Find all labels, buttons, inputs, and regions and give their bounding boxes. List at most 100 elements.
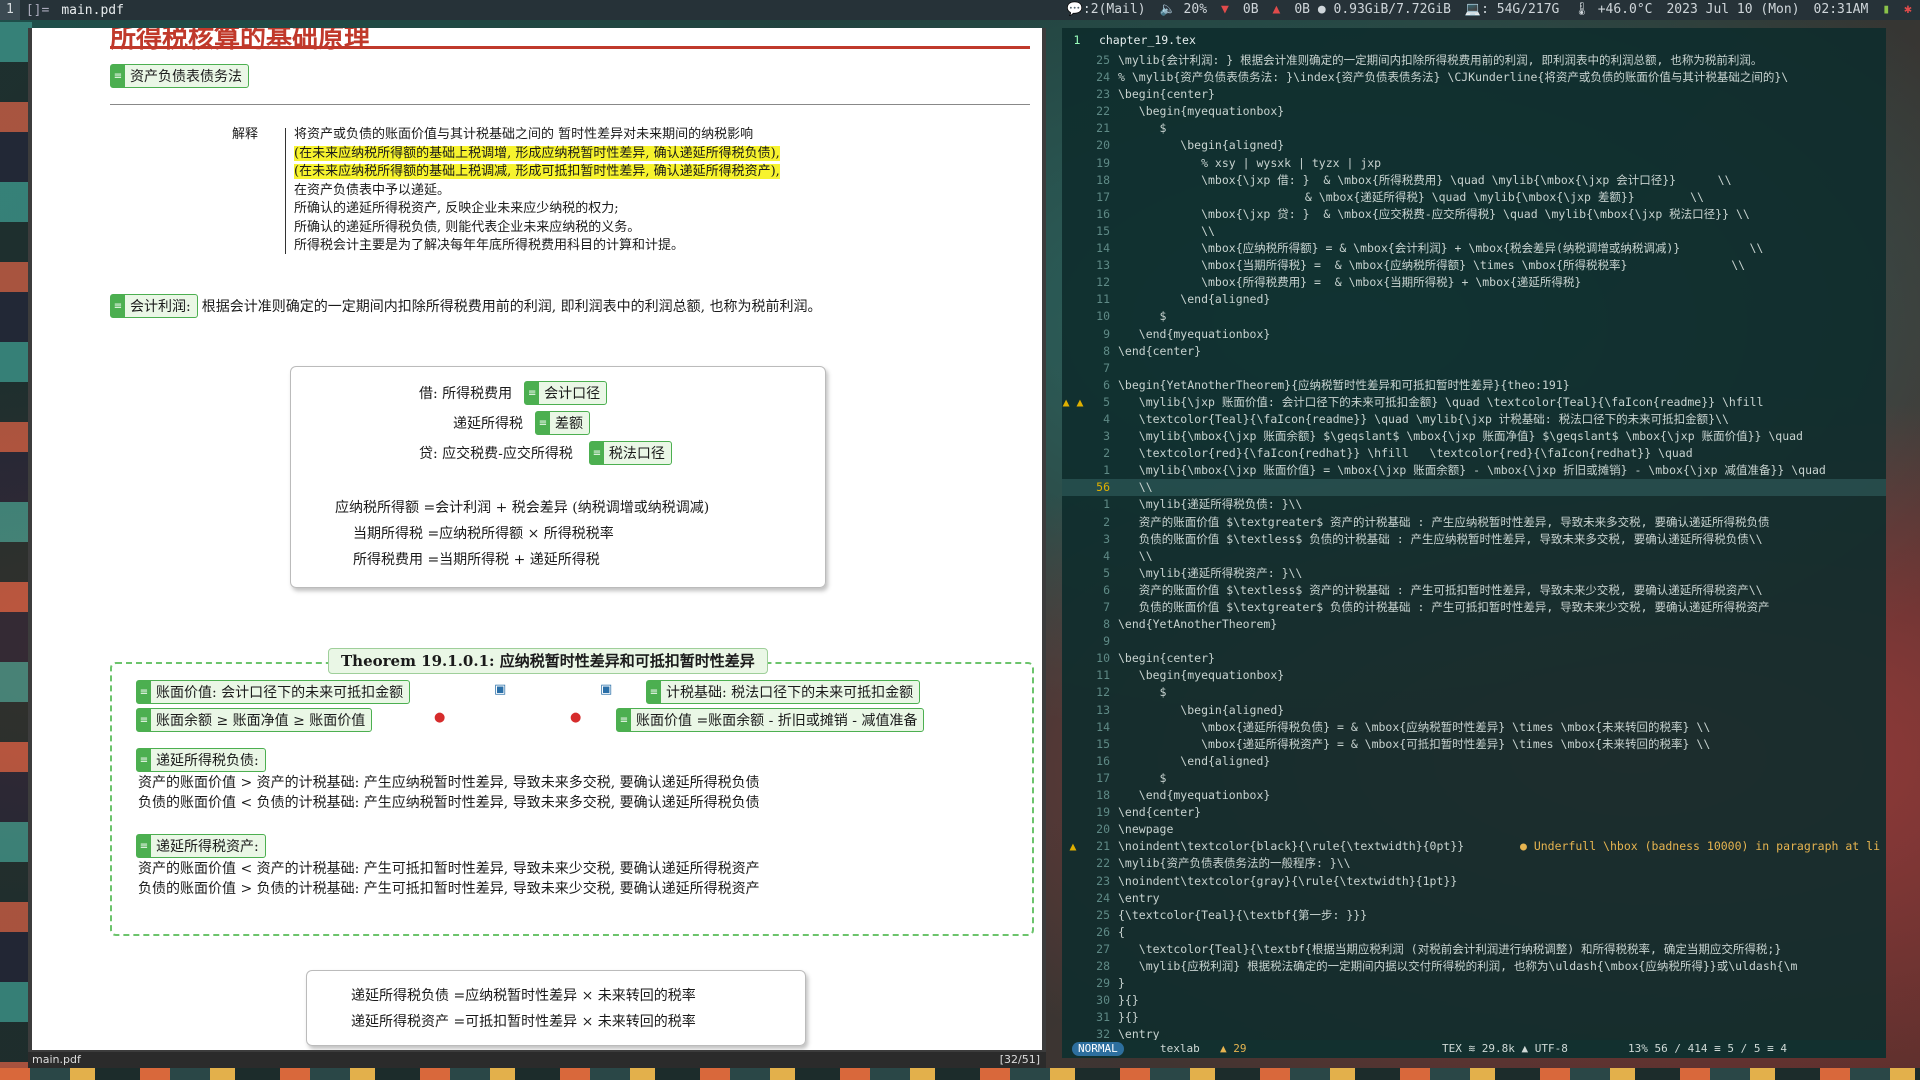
code-text: \end{aligned}	[1118, 292, 1271, 307]
code-line[interactable]: 16 \end{aligned}	[1062, 753, 1886, 770]
code-line[interactable]: 29}	[1062, 975, 1886, 992]
disk-widget: 💻: 54G/217G	[1464, 2, 1560, 17]
editor-statusline: NORMAL texlab ▲ 29 TEX ≋ 29.8k ▲ UTF-8 1…	[1062, 1040, 1886, 1058]
dta-tag: ≡ 递延所得税资产:	[136, 834, 266, 858]
code-line[interactable]: 1 \mylib{\mbox{\jxp 账面价值} = \mbox{\jxp 账…	[1062, 462, 1886, 479]
line-number: 31	[1096, 1010, 1110, 1025]
equation-line: 应纳税所得额 =会计利润 + 税会差异 (纳税调增或纳税调减)	[335, 500, 710, 516]
code-text: % \mylib{资产负债表债务法: }\index{资产负债表债务法} \CJ…	[1118, 70, 1789, 85]
code-line[interactable]: 24 \entry	[1062, 890, 1886, 907]
deferred-tax-equation-box: 递延所得税负债 =应纳税暂时性差异 × 未来转回的税率 递延所得税资产 =可抵扣…	[306, 970, 806, 1046]
code-line[interactable]: 31}{}	[1062, 1009, 1886, 1026]
code-line[interactable]: 18 \mbox{\jxp 借: } & \mbox{所得税费用} \quad …	[1062, 172, 1886, 189]
code-line[interactable]: 10 $	[1062, 308, 1886, 325]
code-line[interactable]: 4 \\	[1062, 548, 1886, 565]
code-text: \noindent\textcolor{gray}{\rule{\textwid…	[1118, 873, 1458, 888]
code-line[interactable]: 15 \mbox{递延所得税资产} = & \mbox{可抵扣暂时性差异} \t…	[1062, 736, 1886, 753]
code-line[interactable]: 7 负债的账面价值 $\textgreater$ 负债的计税基础 : 产生可抵扣…	[1062, 599, 1886, 616]
workspace-indicator[interactable]: 1	[0, 0, 20, 20]
line-number: 10	[1096, 309, 1110, 324]
code-line[interactable]: 19 % xsy | wysxk | tyzx | jxp	[1062, 155, 1886, 172]
neovim-editor[interactable]: 1 chapter_19.tex 25 \mylib{会计利润: } 根据会计准则…	[1062, 28, 1886, 1058]
code-line[interactable]: 8 \end{YetAnotherTheorem}	[1062, 616, 1886, 633]
code-line[interactable]: ▲ 21 \noindent\textcolor{black}{\rule{\tex…	[1062, 838, 1886, 855]
code-line[interactable]: 13 \begin{aligned}	[1062, 702, 1886, 719]
code-line[interactable]: 12 \mbox{所得税费用} = & \mbox{当期所得税} + \mbox…	[1062, 274, 1886, 291]
theorem-tag: ≡ 账面价值 =账面余额 - 折旧或摊销 - 减值准备	[616, 708, 925, 732]
explanation-line: 所得税会计主要是为了解决每年年底所得税费用科目的计算和计提。	[294, 238, 685, 253]
code-line[interactable]: 3 负债的账面价值 $\textless$ 负债的计税基础 : 产生应纳税暂时性…	[1062, 531, 1886, 548]
code-line[interactable]: 26 {	[1062, 924, 1886, 941]
accounting-profit-def: ≡ 会计利润: 根据会计准则确定的一定期间内扣除所得税费用前的利润, 即利润表中…	[110, 294, 822, 318]
code-line[interactable]: 6 \begin{YetAnotherTheorem}{应纳税暂时性差异和可抵扣暂…	[1062, 377, 1886, 394]
code-line[interactable]: 6 资产的账面价值 $\textless$ 资产的计税基础 : 产生可抵扣暂时性…	[1062, 582, 1886, 599]
pdf-viewer-window[interactable]: 所得税核算的基础原理 ≡ 资产负债表债务法 解释 将资产或负债的账面价值与其计税…	[28, 28, 1046, 1068]
journal-deferred-row: 递延所得税 ≡ 差额	[453, 411, 590, 435]
code-line[interactable]: 2 资产的账面价值 $\textgreater$ 资产的计税基础 : 产生应纳税…	[1062, 514, 1886, 531]
section-tag-label: 资产负债表债务法	[130, 69, 242, 85]
code-line[interactable]: 20 \begin{aligned}	[1062, 137, 1886, 154]
code-line[interactable]: 14 \mbox{应纳税所得额} = & \mbox{会计利润} + \mbox…	[1062, 240, 1886, 257]
code-line[interactable]: 10 \begin{center}	[1062, 650, 1886, 667]
code-line[interactable]: 4 \textcolor{Teal}{\faIcon{readme}} \qua…	[1062, 411, 1886, 428]
code-line[interactable]: 20 \newpage	[1062, 821, 1886, 838]
code-line[interactable]: 12 $	[1062, 684, 1886, 701]
code-line[interactable]: 7	[1062, 360, 1886, 377]
volume-widget[interactable]: 🔈 20%	[1160, 0, 1208, 20]
gutter-sign: ▲	[1069, 839, 1077, 854]
code-line[interactable]: 11 \begin{myequationbox}	[1062, 667, 1886, 684]
code-line[interactable]: 9	[1062, 633, 1886, 650]
code-line[interactable]: 18 \end{myequationbox}	[1062, 787, 1886, 804]
code-line[interactable]: 8 \end{center}	[1062, 343, 1886, 360]
journal-tag: ≡ 税法口径	[588, 441, 672, 465]
code-text: \entry	[1118, 890, 1160, 905]
code-line[interactable]: 15 \\	[1062, 223, 1886, 240]
code-line[interactable]: 2 \textcolor{red}{\faIcon{redhat}} \hfil…	[1062, 445, 1886, 462]
code-text: \end{myequationbox}	[1118, 326, 1271, 341]
line-number: 14	[1096, 719, 1110, 734]
code-line[interactable]: 25 \mylib{会计利润: } 根据会计准则确定的一定期间内扣除所得税费用前的…	[1062, 52, 1886, 69]
code-line[interactable]: 1 \mylib{递延所得税负债: }\\	[1062, 496, 1886, 513]
line-number: 2	[1103, 514, 1110, 529]
code-text: \end{center}	[1118, 805, 1202, 820]
code-text: \end{aligned}	[1118, 753, 1271, 768]
settings-icon[interactable]: ✱	[1904, 0, 1912, 20]
code-line[interactable]: 22 \begin{myequationbox}	[1062, 103, 1886, 120]
line-number: 1	[1103, 463, 1110, 478]
code-line[interactable]: 13 \mbox{当期所得税} = & \mbox{应纳税所得额} \times…	[1062, 257, 1886, 274]
code-text: $	[1118, 309, 1167, 324]
code-line[interactable]: 11 \end{aligned}	[1062, 291, 1886, 308]
battery-icon: ▮	[1882, 2, 1891, 17]
layout-indicator[interactable]: []=	[20, 3, 55, 18]
code-text: \end{YetAnotherTheorem}	[1118, 617, 1278, 632]
code-line[interactable]: 3 \mylib{\mbox{\jxp 账面余额} $\geqslant$ \m…	[1062, 428, 1886, 445]
code-line[interactable]: 28 \mylib{应税利润} 根据税法确定的一定期间内据以交付所得税的利润, …	[1062, 958, 1886, 975]
code-line[interactable]: 19 \end{center}	[1062, 804, 1886, 821]
code-line[interactable]: 23 \noindent\textcolor{gray}{\rule{\textw…	[1062, 873, 1886, 890]
code-line[interactable]: 22 \mylib{资产负债表债务法的一般程序: }\\	[1062, 855, 1886, 872]
code-text: \mylib{\mbox{\jxp 账面价值} = \mbox{\jxp 账面余…	[1118, 463, 1826, 478]
code-line[interactable]: 16 \mbox{\jxp 贷: } & \mbox{应交税费-应交所得税} \…	[1062, 206, 1886, 223]
code-line[interactable]: 27 \textcolor{Teal}{\textbf{根据当期应税利润 (对税…	[1062, 941, 1886, 958]
mail-widget[interactable]: 💬:2(Mail)	[1067, 0, 1146, 20]
editor-tab[interactable]: 1 chapter_19.tex	[1062, 32, 1196, 48]
code-line[interactable]: 17 & \mbox{递延所得税} \quad \mylib{\mbox{\jx…	[1062, 189, 1886, 206]
code-line[interactable]: 30}{}	[1062, 992, 1886, 1009]
code-line[interactable]: 24 % \mylib{资产负债表债务法: }\index{资产负债表债务法} \…	[1062, 69, 1886, 86]
code-line[interactable]: 9 \end{myequationbox}	[1062, 326, 1886, 343]
code-line[interactable]: 14 \mbox{递延所得税负债} = & \mbox{应纳税暂时性差异} \t…	[1062, 719, 1886, 736]
code-line[interactable]: 25 {\textcolor{Teal}{\textbf{第一步: }}}	[1062, 907, 1886, 924]
net-down-icon: ▼	[1221, 2, 1229, 17]
line-number: 13	[1096, 258, 1110, 273]
equation-line: 所得税费用 =当期所得税 + 递延所得税	[353, 552, 600, 568]
code-line[interactable]: 21 $	[1062, 120, 1886, 137]
line-number: 29	[1096, 976, 1110, 991]
code-line[interactable]: 5 \mylib{递延所得税资产: }\\	[1062, 565, 1886, 582]
code-area[interactable]: 25 \mylib{会计利润: } 根据会计准则确定的一定期间内扣除所得税费用前的…	[1062, 52, 1886, 1043]
code-line[interactable]: 56 \\	[1062, 479, 1886, 497]
code-line[interactable]: 17 $	[1062, 770, 1886, 787]
code-line[interactable]: ▲ ▲ 5 \mylib{\jxp 账面价值: 会计口径下的未来可抵扣金额} \q…	[1062, 394, 1886, 411]
code-text: \begin{myequationbox}	[1118, 668, 1285, 683]
pdf-page[interactable]: 所得税核算的基础原理 ≡ 资产负债表债务法 解释 将资产或负债的账面价值与其计税…	[32, 28, 1042, 1050]
code-line[interactable]: 23 \begin{center}	[1062, 86, 1886, 103]
